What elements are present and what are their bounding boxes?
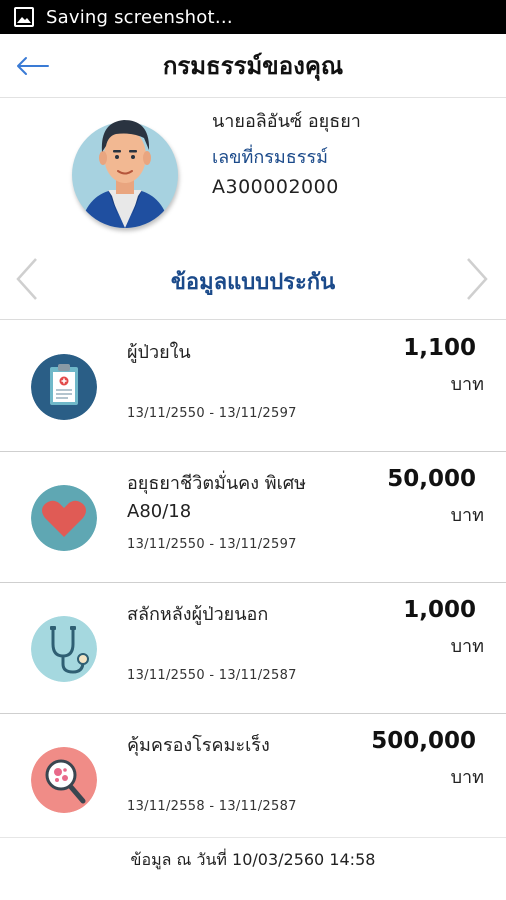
policy-name: อยุธยาชีวิตมั่นคง พิเศษ A80/18	[127, 473, 307, 522]
arrow-left-icon	[17, 57, 49, 75]
currency-unit: บาท	[450, 374, 484, 395]
policy-amount: 50,000	[387, 466, 476, 492]
back-button[interactable]	[12, 48, 52, 84]
image-icon	[14, 7, 34, 27]
coverage-period: 13/11/2550 - 13/11/2597	[127, 406, 297, 421]
profile-section: นายอลิอันซ์ อยุธยา เลขที่กรมธรรม์ A30000…	[0, 98, 506, 238]
heart-icon	[31, 485, 97, 551]
currency-unit: บาท	[450, 505, 484, 526]
policy-number-label: เลขที่กรมธรรม์	[212, 147, 328, 168]
coverage-period: 13/11/2550 - 13/11/2587	[127, 668, 297, 683]
policy-item[interactable]: อยุธยาชีวิตมั่นคง พิเศษ A80/18 50,000 บา…	[0, 452, 506, 583]
avatar	[72, 104, 178, 228]
page-title: กรมธรรม์ของคุณ	[162, 52, 344, 80]
policy-list: ผู้ป่วยใน 1,100 บาท 13/11/2550 - 13/11/2…	[0, 321, 506, 838]
policy-item[interactable]: ผู้ป่วยใน 1,100 บาท 13/11/2550 - 13/11/2…	[0, 321, 506, 452]
status-text: Saving screenshot…	[46, 6, 233, 28]
currency-unit: บาท	[450, 767, 484, 788]
policy-item[interactable]: คุ้มครองโรคมะเร็ง 500,000 บาท 13/11/2558…	[0, 714, 506, 838]
stethoscope-icon	[31, 616, 97, 682]
data-timestamp: ข้อมูล ณ วันที่ 10/03/2560 14:58	[130, 850, 376, 869]
insured-name: นายอลิอันซ์ อยุธยา	[212, 111, 361, 132]
policy-amount: 1,000	[403, 597, 476, 623]
section-title: ข้อมูลแบบประกัน	[170, 270, 336, 295]
policy-name: คุ้มครองโรคมะเร็ง	[127, 735, 270, 756]
next-section-button[interactable]	[456, 256, 496, 302]
currency-unit: บาท	[450, 636, 484, 657]
section-header: ข้อมูลแบบประกัน	[0, 244, 506, 320]
status-bar: Saving screenshot…	[0, 0, 506, 34]
coverage-period: 13/11/2558 - 13/11/2587	[127, 799, 297, 814]
policy-item[interactable]: สลักหลังผู้ป่วยนอก 1,000 บาท 13/11/2550 …	[0, 583, 506, 714]
coverage-period: 13/11/2550 - 13/11/2597	[127, 537, 297, 552]
policy-amount: 500,000	[371, 728, 476, 754]
policy-number: A300002000	[212, 176, 339, 198]
policy-name: ผู้ป่วยใน	[127, 342, 191, 363]
policy-name: สลักหลังผู้ป่วยนอก	[127, 604, 269, 625]
magnifier-icon	[31, 747, 97, 813]
policy-amount: 1,100	[403, 335, 476, 361]
chevron-right-icon	[467, 258, 488, 300]
app-bar: กรมธรรม์ของคุณ	[0, 34, 506, 98]
clipboard-icon	[31, 354, 97, 420]
